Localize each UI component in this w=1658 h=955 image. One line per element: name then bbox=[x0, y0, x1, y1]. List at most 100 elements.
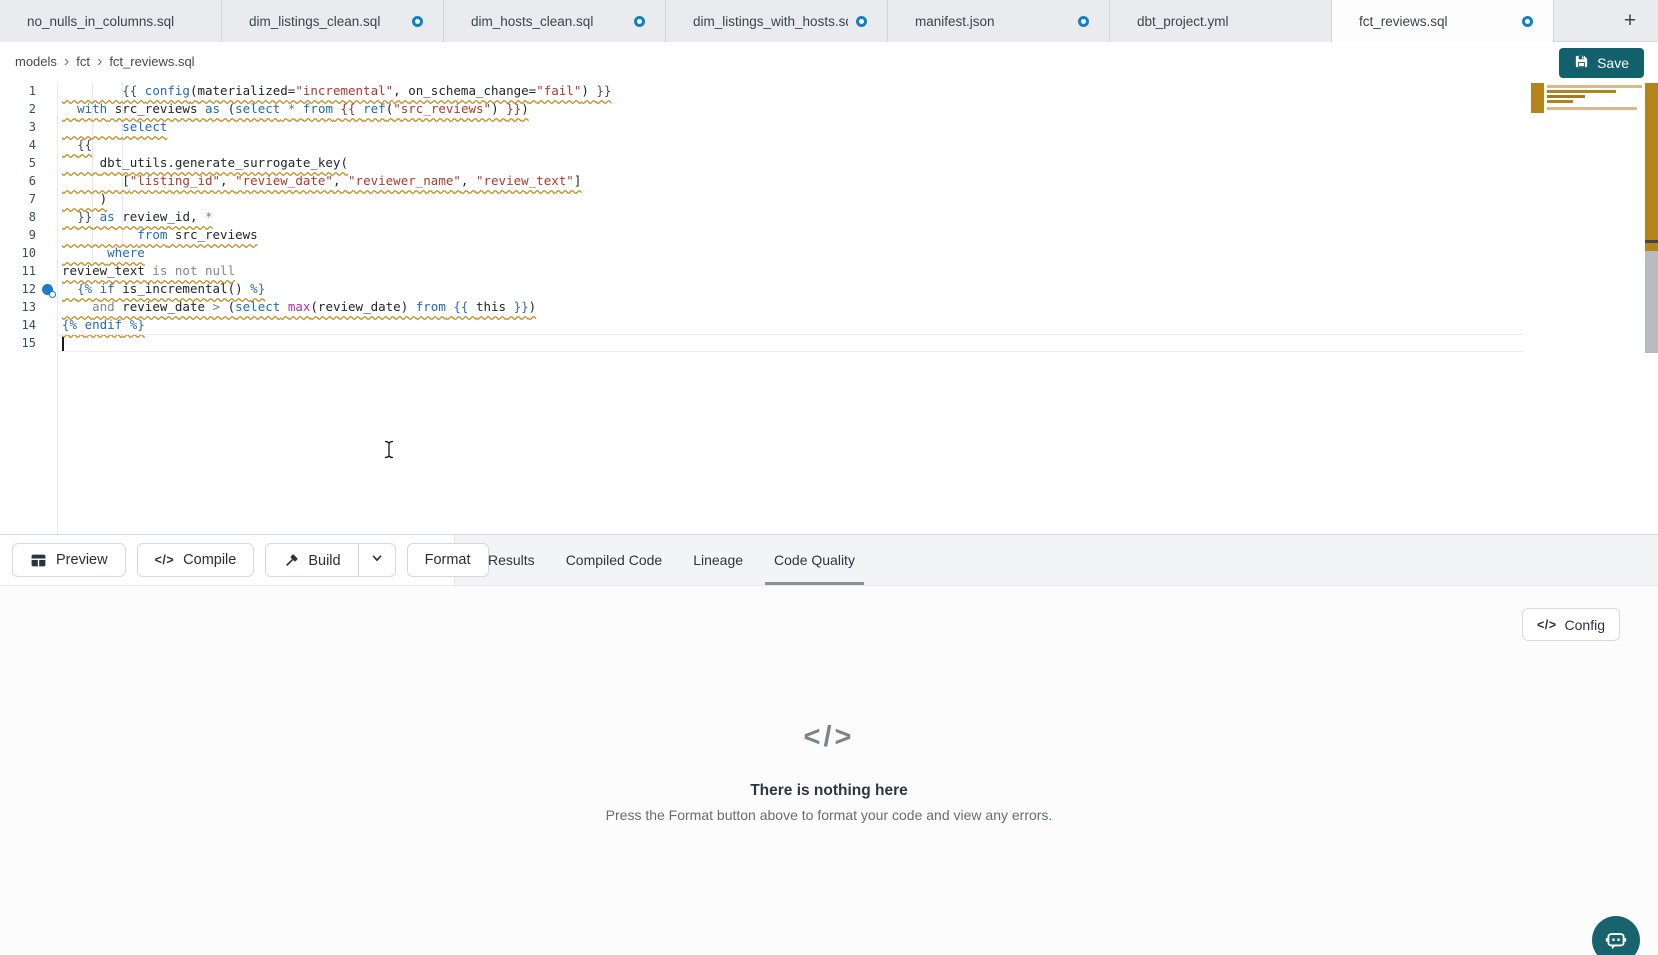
modified-dot-icon bbox=[412, 16, 423, 27]
code-line-text: {% endif %} bbox=[62, 317, 145, 332]
line-number: 11 bbox=[0, 262, 36, 280]
code-token bbox=[92, 209, 100, 224]
file-tab-label: dim_listings_with_hosts.sql bbox=[693, 14, 848, 29]
bottom-panel: Preview </>Compile Build Format Results Comp… bbox=[0, 534, 1658, 955]
tab-lineage[interactable]: Lineage bbox=[693, 535, 743, 585]
code-line[interactable]: }} as review_id, * bbox=[58, 208, 1524, 226]
save-button[interactable]: Save bbox=[1559, 48, 1644, 78]
code-line[interactable]: dbt_utils.generate_surrogate_key( bbox=[58, 154, 1524, 172]
code-token: {{ bbox=[341, 101, 364, 116]
code-token: ( bbox=[220, 101, 235, 116]
code-token: select bbox=[235, 101, 280, 116]
editor-minimap[interactable] bbox=[1531, 83, 1643, 113]
editor-scrollbar[interactable] bbox=[1645, 82, 1658, 534]
breadcrumb-item-models[interactable]: models bbox=[15, 54, 57, 69]
new-tab-button[interactable]: + bbox=[1616, 7, 1644, 35]
breadcrumb-row: models›fct›fct_reviews.sql Save bbox=[0, 43, 1658, 82]
breadcrumb-item-fct-reviews-sql[interactable]: fct_reviews.sql bbox=[109, 54, 194, 69]
code-line-text: ["listing_id", "review_date", "reviewer_… bbox=[62, 173, 581, 188]
code-line[interactable]: and review_date > (select max(review_dat… bbox=[58, 298, 1524, 316]
code-token: ref bbox=[363, 101, 386, 116]
code-line-text: where bbox=[62, 245, 145, 260]
code-line[interactable]: ["listing_id", "review_date", "reviewer_… bbox=[58, 172, 1524, 190]
chevron-down-icon bbox=[370, 551, 384, 570]
code-line-text: {% if is_incremental() %} bbox=[62, 281, 265, 296]
file-tab-dim-listings-with-hosts-sql[interactable]: dim_listings_with_hosts.sql bbox=[666, 0, 888, 42]
build-button-label: Build bbox=[308, 553, 340, 569]
build-dropdown-button[interactable] bbox=[358, 544, 395, 576]
minimap-line bbox=[1547, 90, 1616, 93]
code-token bbox=[62, 209, 77, 224]
text-cursor bbox=[62, 337, 64, 351]
empty-state-caption: Press the Format button above to format … bbox=[0, 807, 1658, 823]
code-token bbox=[62, 227, 137, 242]
code-line[interactable]: {{ config(materialized="incremental", on… bbox=[58, 82, 1524, 100]
code-token: , bbox=[220, 173, 235, 188]
code-token: "listing_id" bbox=[130, 173, 220, 188]
code-token: dbt_utils.generate_surrogate_key( bbox=[100, 155, 348, 170]
file-tab-no-nulls-in-columns-sql[interactable]: no_nulls_in_columns.sql bbox=[0, 0, 222, 42]
code-line-text: dbt_utils.generate_surrogate_key( bbox=[62, 155, 348, 170]
tab-code-quality[interactable]: Code Quality bbox=[774, 535, 855, 585]
config-button[interactable]: </> Config bbox=[1522, 608, 1620, 641]
file-tab-fct-reviews-sql[interactable]: fct_reviews.sql bbox=[1332, 0, 1554, 43]
build-split-button: Build bbox=[265, 543, 395, 577]
code-line[interactable]: {{ bbox=[58, 136, 1524, 154]
file-tab-dim-hosts-clean-sql[interactable]: dim_hosts_clean.sql bbox=[444, 0, 666, 42]
code-line[interactable]: review_text is not null bbox=[58, 262, 1524, 280]
line-number: 1 bbox=[0, 82, 36, 100]
code-token: %} bbox=[122, 317, 145, 332]
line-number: 5 bbox=[0, 154, 36, 172]
line-number: 8 bbox=[0, 208, 36, 226]
code-token: from bbox=[137, 227, 167, 242]
code-token: (review_date) bbox=[310, 299, 415, 314]
code-line-text: and review_date > (select max(review_dat… bbox=[62, 299, 536, 314]
tab-results[interactable]: Results bbox=[488, 535, 535, 585]
code-token: ) bbox=[581, 83, 596, 98]
copilot-action-icon[interactable] bbox=[42, 284, 53, 295]
panel-toolbar: Preview </>Compile Build Format Results Comp… bbox=[0, 535, 1658, 586]
tab-compiled-code[interactable]: Compiled Code bbox=[566, 535, 663, 585]
code-icon: </> bbox=[0, 721, 1658, 754]
code-token: ] bbox=[574, 173, 582, 188]
code-line-text: }} as review_id, * bbox=[62, 209, 213, 224]
editor-action-buttons: Preview </>Compile Build Format bbox=[12, 543, 489, 577]
editor-code-area[interactable]: {{ config(materialized="incremental", on… bbox=[58, 82, 1645, 534]
code-line[interactable]: {% if is_incremental() %} bbox=[58, 280, 1524, 298]
code-editor[interactable]: 123456789101112131415 {{ config(material… bbox=[0, 82, 1658, 534]
code-line[interactable]: select bbox=[58, 118, 1524, 136]
code-line[interactable]: with src_reviews as (select * from {{ re… bbox=[58, 100, 1524, 118]
dbt-cloud-ide: no_nulls_in_columns.sqldim_listings_clea… bbox=[0, 0, 1658, 955]
code-line-text: from src_reviews bbox=[62, 227, 258, 242]
code-token: %} bbox=[250, 281, 265, 296]
code-token: review_text bbox=[62, 263, 152, 278]
code-line[interactable]: where bbox=[58, 244, 1524, 262]
code-token: is_incremental() bbox=[115, 281, 250, 296]
line-number: 14 bbox=[0, 316, 36, 334]
save-button-label: Save bbox=[1597, 55, 1629, 71]
file-tab-dim-listings-clean-sql[interactable]: dim_listings_clean.sql bbox=[222, 0, 444, 42]
preview-button[interactable]: Preview bbox=[12, 543, 126, 577]
code-token: * bbox=[205, 209, 213, 224]
line-number: 15 bbox=[0, 334, 36, 352]
code-token: }} bbox=[506, 299, 529, 314]
file-tab-dbt-project-yml[interactable]: dbt_project.yml bbox=[1110, 0, 1332, 42]
code-line[interactable] bbox=[58, 334, 1524, 352]
code-line[interactable]: ) bbox=[58, 190, 1524, 208]
code-token bbox=[62, 101, 77, 116]
code-token: select bbox=[235, 299, 280, 314]
file-tab-manifest-json[interactable]: manifest.json bbox=[888, 0, 1110, 42]
code-line[interactable]: {% endif %} bbox=[58, 316, 1524, 334]
scrollbar-thumb[interactable] bbox=[1645, 251, 1658, 353]
code-token bbox=[62, 299, 92, 314]
empty-state-title: There is nothing here bbox=[0, 782, 1658, 800]
format-button[interactable]: Format bbox=[407, 543, 489, 577]
build-button[interactable]: Build bbox=[266, 544, 357, 577]
code-line[interactable]: from src_reviews bbox=[58, 226, 1524, 244]
code-token: and bbox=[92, 299, 115, 314]
compile-button[interactable]: </>Compile bbox=[137, 543, 255, 577]
code-line-text: {{ config(materialized="incremental", on… bbox=[62, 83, 611, 98]
breadcrumb-item-fct[interactable]: fct bbox=[76, 54, 90, 69]
code-token: where bbox=[107, 245, 145, 260]
file-tab-strip: no_nulls_in_columns.sqldim_listings_clea… bbox=[0, 0, 1554, 41]
